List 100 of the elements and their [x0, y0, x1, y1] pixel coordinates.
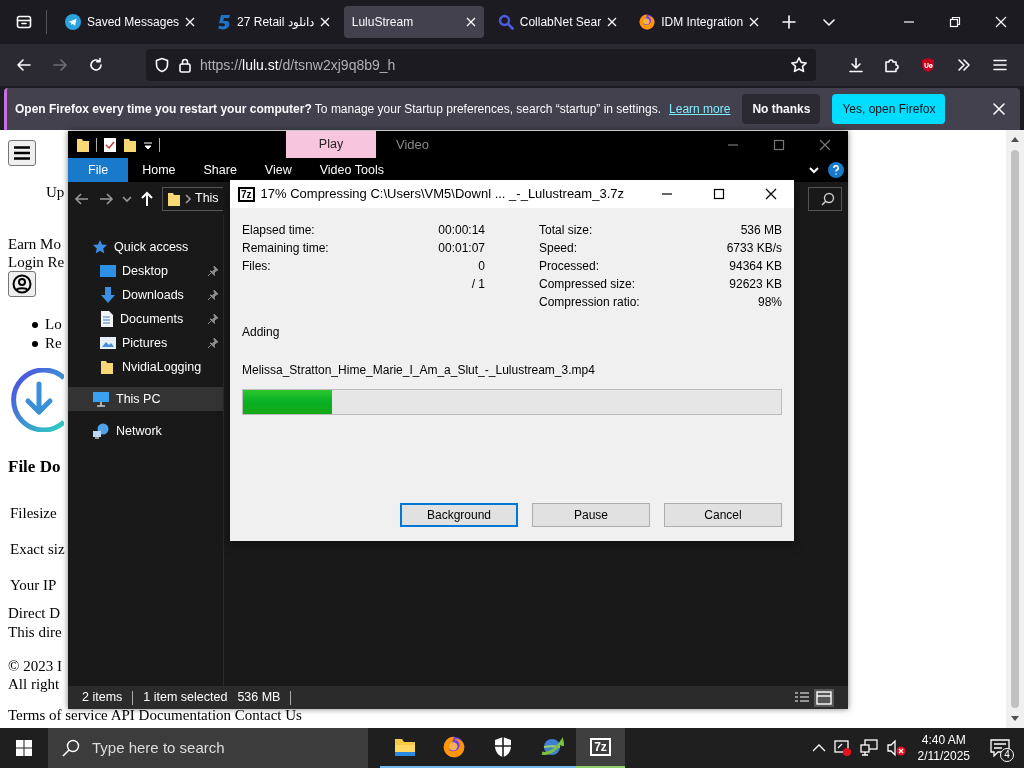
browser-tab[interactable]: CollabNet Sear	[489, 6, 626, 38]
forward-icon[interactable]	[98, 190, 114, 207]
address-bar[interactable]: https://lulu.st/d/tsnw2xj9q8b9_h	[146, 49, 816, 81]
puzzle-icon[interactable]	[884, 57, 900, 73]
lock-icon[interactable]	[178, 57, 192, 73]
url-text: https://lulu.st/d/tsnw2xj9q8b9_h	[200, 55, 397, 75]
browser-tab[interactable]: IDM Integration	[631, 6, 768, 38]
page-link[interactable]: Earn Mo	[8, 236, 61, 252]
nav-item[interactable]: This PC	[68, 387, 223, 411]
address-field[interactable]: This	[162, 186, 223, 211]
bullet-dot	[32, 340, 38, 347]
checklist-icon[interactable]	[103, 136, 117, 153]
picture-icon	[100, 336, 116, 350]
plus-icon[interactable]	[782, 15, 797, 29]
learn-more-link[interactable]: Learn more	[669, 100, 731, 118]
user-icon	[12, 274, 32, 294]
ribbon-tab[interactable]: Share	[189, 158, 251, 182]
nav-item[interactable]: Pictures	[68, 331, 223, 355]
stat-label: Processed:	[539, 259, 600, 273]
nav-item[interactable]: Quick access	[68, 235, 223, 259]
shield-logo-icon[interactable]	[920, 57, 936, 73]
page-heading: File Do	[8, 458, 62, 475]
search-field[interactable]	[808, 186, 842, 211]
details-view-icon[interactable]	[794, 690, 810, 705]
page-link[interactable]: API Documentation	[110, 707, 232, 723]
shield-icon[interactable]	[154, 57, 170, 73]
dialog-button[interactable]: Pause	[532, 503, 650, 527]
chevron-down-icon[interactable]	[122, 193, 132, 204]
status-text: Adding	[242, 324, 281, 341]
folder-icon	[123, 136, 137, 153]
ribbon-tab[interactable]: Video Tools	[305, 158, 398, 182]
page-link[interactable]: Up	[46, 184, 65, 200]
clock[interactable]: 4:40 AM 2/11/2025	[913, 732, 974, 764]
scroll-up-icon[interactable]	[1011, 136, 1019, 142]
dialog-button[interactable]: Background	[400, 503, 518, 527]
muted-speaker-icon[interactable]	[885, 739, 906, 757]
forward-icon[interactable]	[52, 57, 68, 73]
page-link[interactable]: Direct D	[8, 605, 61, 621]
tab-list-icon[interactable]	[16, 14, 32, 30]
taskbar-search-field[interactable]: Type here to search	[48, 728, 368, 768]
stat-value: / 1	[471, 276, 485, 293]
account-button[interactable]	[8, 271, 36, 297]
browser-tab[interactable]: LuluStream	[343, 6, 484, 38]
search-icon	[62, 739, 80, 757]
page-link[interactable]: Re	[45, 335, 62, 352]
restore-icon[interactable]	[949, 16, 961, 28]
menu-button[interactable]	[8, 140, 36, 166]
page-link[interactable]: Re	[47, 254, 65, 270]
stat-value: 6733 KB/s	[726, 240, 782, 257]
ribbon-tab[interactable]: View	[250, 158, 306, 182]
scroll-down-icon[interactable]	[1011, 716, 1019, 722]
fox-globe-icon	[639, 14, 656, 30]
star-icon[interactable]	[790, 56, 808, 74]
dropdown-icon[interactable]	[143, 139, 153, 150]
double-chevron-icon[interactable]	[956, 57, 972, 73]
scrollbar-thumb[interactable]	[1011, 150, 1019, 708]
page-link[interactable]: Lo	[45, 316, 62, 333]
notifications-button[interactable]: 4	[982, 728, 1018, 768]
up-arrow-icon[interactable]	[140, 190, 154, 207]
browser-tab[interactable]: Saved Messages	[57, 6, 204, 38]
maximize-icon[interactable]	[713, 188, 725, 200]
page-link[interactable]: Terms of service	[8, 707, 108, 723]
notification-count: 4	[1000, 748, 1014, 762]
back-icon[interactable]	[74, 190, 90, 207]
folder-icon	[100, 359, 116, 375]
help-icon[interactable]	[828, 162, 844, 178]
ribbon-tab[interactable]: Home	[128, 158, 190, 182]
file-menu-button[interactable]: File	[68, 158, 129, 182]
stat-label: Total size:	[539, 223, 593, 237]
reload-icon[interactable]	[88, 57, 104, 73]
close-icon[interactable]	[765, 188, 777, 200]
dialog-button[interactable]: Cancel	[664, 503, 782, 527]
menu-icon	[13, 145, 31, 161]
stat-value: 92623 KB	[729, 276, 782, 293]
chevron-down-icon[interactable]	[808, 164, 820, 176]
nav-item[interactable]: Documents	[68, 307, 223, 331]
page-text: Filesize	[9, 505, 57, 521]
nav-item[interactable]: Downloads	[68, 283, 223, 307]
page-text: This dire	[8, 624, 62, 640]
notification-message: Open Firefox every time you restart your computer? To manage your Startup preferences, search “startup” in settings.	[15, 101, 662, 118]
browser-tab[interactable]: 27 Retail دانلود	[209, 6, 338, 38]
confirm-button[interactable]: Yes, open Firefox	[832, 94, 946, 124]
chevron-up-icon[interactable]	[811, 743, 826, 753]
stat-label: Speed:	[539, 241, 578, 255]
page-link[interactable]: Login	[8, 254, 44, 270]
page-text: Exact siz	[9, 541, 65, 557]
network-icon[interactable]	[859, 739, 878, 757]
large-icons-view-button[interactable]	[814, 688, 834, 707]
stat-value: 536 MB	[740, 222, 782, 239]
page-link[interactable]: Contact Us	[234, 707, 302, 723]
taskbar-app-button[interactable]: 7z	[576, 728, 625, 768]
download-icon[interactable]	[848, 57, 864, 73]
dismiss-button[interactable]: No thanks	[742, 94, 821, 124]
stat-value: 98%	[757, 294, 782, 311]
menu-icon[interactable]	[992, 57, 1008, 73]
back-icon[interactable]	[16, 57, 32, 73]
document-icon	[100, 311, 114, 327]
nav-item[interactable]: Desktop	[68, 259, 223, 283]
nav-item[interactable]: Network	[68, 419, 223, 443]
nav-item[interactable]: NvidiaLogging	[68, 355, 223, 379]
